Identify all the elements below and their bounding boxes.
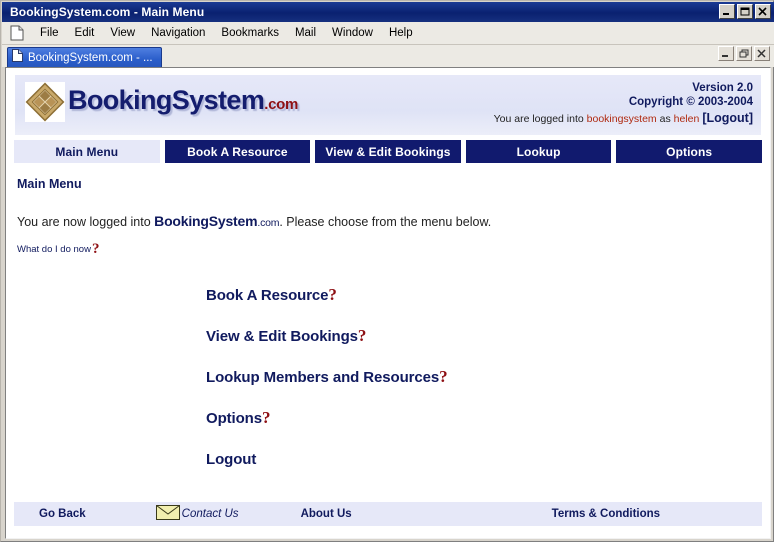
menu-link-label: Logout xyxy=(206,451,257,468)
menu-link-options[interactable]: Options? xyxy=(206,409,271,427)
mdi-minimize-button[interactable] xyxy=(718,46,734,61)
menu-link-label: Lookup Members and Resources xyxy=(206,369,440,386)
menu-bar: File Edit View Navigation Bookmarks Mail… xyxy=(2,22,774,45)
window-maximize-button[interactable] xyxy=(737,4,753,19)
intro-text: You are now logged into BookingSystem.co… xyxy=(17,213,762,229)
tab-strip: BookingSystem.com - ... xyxy=(2,45,774,67)
intro-brand-main: BookingSystem xyxy=(154,213,258,229)
menu-link-label: View & Edit Bookings xyxy=(206,328,358,345)
menu-item-view[interactable]: View xyxy=(102,25,143,41)
header-info: Version 2.0 Copyright © 2003-2004 You ar… xyxy=(373,81,753,126)
what-do-i-do-now-link[interactable]: What do I do now? xyxy=(17,241,100,257)
nav-tab-main-menu[interactable]: Main Menu xyxy=(14,140,160,163)
footer-go-back-link[interactable]: Go Back xyxy=(39,508,86,520)
logo-main-text: BookingSystem xyxy=(68,84,265,115)
nav-tab-view-edit-bookings[interactable]: View & Edit Bookings xyxy=(315,140,461,163)
intro-brand: BookingSystem.com xyxy=(154,213,279,229)
window-controls xyxy=(719,4,771,19)
what-do-i-do-now-label: What do I do now xyxy=(17,244,91,255)
footer-contact-us-link[interactable]: Contact Us xyxy=(155,505,239,523)
page-title: Main Menu xyxy=(17,177,82,191)
logo-suffix-text: .com xyxy=(264,95,299,113)
menu-item-bookmarks[interactable]: Bookmarks xyxy=(213,25,287,41)
menu-link-book-a-resource[interactable]: Book A Resource? xyxy=(206,286,337,304)
question-mark-icon[interactable]: ? xyxy=(262,409,271,426)
menu-link-logout[interactable]: Logout xyxy=(206,451,256,468)
menu-item-help[interactable]: Help xyxy=(381,25,421,41)
version-label: Version 2.0 xyxy=(692,82,753,94)
page-viewport: BookingSystem.com Version 2.0 Copyright … xyxy=(5,67,771,539)
menu-link-lookup-members-and-resources[interactable]: Lookup Members and Resources? xyxy=(206,368,448,386)
menu-item-window[interactable]: Window xyxy=(324,25,381,41)
mdi-close-button[interactable] xyxy=(754,46,770,61)
question-mark-icon[interactable]: ? xyxy=(439,368,448,385)
footer-contact-us-label: Contact Us xyxy=(181,508,239,520)
menu-link-label: Book A Resource xyxy=(206,287,329,304)
logo-wordmark: BookingSystem.com xyxy=(68,85,298,120)
login-status-line: You are logged into bookingsystem as hel… xyxy=(373,112,753,126)
question-mark-icon: ? xyxy=(91,241,100,257)
web-page: BookingSystem.com Version 2.0 Copyright … xyxy=(6,74,770,538)
intro-suffix: . Please choose from the menu below. xyxy=(279,215,492,229)
footer-about-us-link[interactable]: About Us xyxy=(301,508,352,520)
title-bar: BookingSystem.com - Main Menu xyxy=(2,2,774,22)
question-mark-icon[interactable]: ? xyxy=(358,327,367,344)
main-menu-list: Book A Resource? View & Edit Bookings? L… xyxy=(206,286,762,468)
menu-item-edit[interactable]: Edit xyxy=(67,25,103,41)
window-title: BookingSystem.com - Main Menu xyxy=(10,5,205,19)
login-username: helen xyxy=(673,113,700,125)
window-minimize-button[interactable] xyxy=(719,4,735,19)
primary-nav: Main Menu Book A Resource View & Edit Bo… xyxy=(14,140,762,163)
main-content: Main Menu You are now logged into Bookin… xyxy=(14,163,762,493)
menu-link-label: Options xyxy=(206,410,262,427)
logo-emblem-icon xyxy=(25,82,65,122)
nav-tab-book-a-resource[interactable]: Book A Resource xyxy=(164,140,311,163)
login-as-text: as xyxy=(659,113,671,125)
copyright-label: Copyright © 2003-2004 xyxy=(628,96,753,108)
question-mark-icon[interactable]: ? xyxy=(328,286,337,303)
menu-item-file[interactable]: File xyxy=(32,25,67,41)
browser-window: BookingSystem.com - Main Menu File Edit … xyxy=(0,0,774,542)
window-close-button[interactable] xyxy=(755,4,771,19)
mdi-restore-button[interactable] xyxy=(736,46,752,61)
menu-item-navigation[interactable]: Navigation xyxy=(143,25,213,41)
footer-terms-link[interactable]: Terms & Conditions xyxy=(552,508,660,520)
site-header: BookingSystem.com Version 2.0 Copyright … xyxy=(14,74,762,136)
nav-tab-options[interactable]: Options xyxy=(616,140,762,163)
browser-tab-bookingsystem[interactable]: BookingSystem.com - ... xyxy=(7,47,162,67)
login-system-name: bookingsystem xyxy=(586,113,657,125)
site-footer: Go Back Contact Us About Us Terms & Cond… xyxy=(14,502,762,526)
intro-brand-suffix: .com xyxy=(257,217,280,229)
app-root: BookingSystem.com - Main Menu File Edit … xyxy=(0,0,774,542)
menu-link-view-edit-bookings[interactable]: View & Edit Bookings? xyxy=(206,327,367,345)
page-document-icon xyxy=(12,48,23,67)
nav-tab-lookup[interactable]: Lookup xyxy=(465,140,612,163)
intro-prefix: You are now logged into xyxy=(17,215,155,229)
menu-item-mail[interactable]: Mail xyxy=(287,25,324,41)
site-logo[interactable]: BookingSystem.com xyxy=(25,82,298,122)
envelope-icon xyxy=(155,505,180,523)
document-icon xyxy=(10,25,24,41)
browser-tab-label: BookingSystem.com - ... xyxy=(28,51,153,64)
mdi-window-controls xyxy=(718,46,770,61)
login-prefix-text: You are logged into xyxy=(493,113,584,125)
logout-link[interactable]: [Logout] xyxy=(702,111,753,125)
